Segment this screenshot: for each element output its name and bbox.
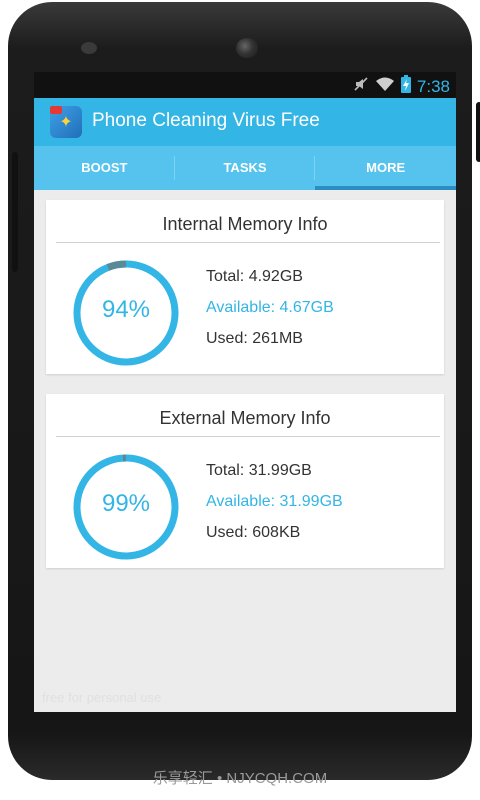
divider [56, 436, 440, 437]
volume-button [12, 152, 18, 272]
wifi-icon [375, 76, 395, 97]
broom-icon: ✦ [59, 114, 73, 131]
app-bar: ✦ Phone Cleaning Virus Free [34, 98, 456, 146]
earpiece-sensor [81, 42, 97, 54]
external-memory-card: External Memory Info 99% Total: 31.99GB … [46, 394, 444, 568]
external-total: Total: 31.99GB [206, 462, 312, 479]
status-time: 7:38 [416, 76, 450, 96]
internal-used: Used: 261MB [206, 330, 303, 347]
status-bar: 7:38 [34, 72, 456, 98]
tab-boost[interactable]: BOOST [34, 146, 175, 190]
new-badge-icon [50, 106, 62, 114]
card-title: External Memory Info [159, 408, 331, 428]
external-percent: 99% [101, 490, 151, 517]
divider [56, 242, 440, 243]
tab-more[interactable]: MORE [315, 146, 456, 190]
tab-tasks[interactable]: TASKS [175, 146, 316, 190]
external-available: Available: 31.99GB [206, 493, 343, 510]
inner-watermark: free for personal use [42, 690, 162, 705]
app-title: Phone Cleaning Virus Free [92, 110, 320, 131]
power-button [476, 102, 480, 162]
card-title: Internal Memory Info [162, 214, 328, 234]
internal-memory-card: Internal Memory Info 94% Total: 4.92GB A… [46, 200, 444, 374]
site-watermark: 乐享轻汇 • NJYCQH.COM [152, 770, 328, 787]
external-used: Used: 608KB [206, 524, 301, 541]
mute-icon [353, 76, 369, 97]
internal-percent: 94% [101, 296, 151, 323]
tab-bar: BOOST TASKS MORE [34, 146, 456, 190]
app-logo[interactable]: ✦ [50, 106, 82, 138]
front-camera [236, 38, 258, 58]
phone-frame: 7:38 ✦ Phone Cleaning Virus Free BOOST T… [8, 2, 480, 780]
battery-charging-icon [400, 75, 411, 98]
screen: 7:38 ✦ Phone Cleaning Virus Free BOOST T… [34, 72, 456, 712]
internal-total: Total: 4.92GB [206, 268, 303, 285]
internal-available: Available: 4.67GB [206, 299, 334, 316]
